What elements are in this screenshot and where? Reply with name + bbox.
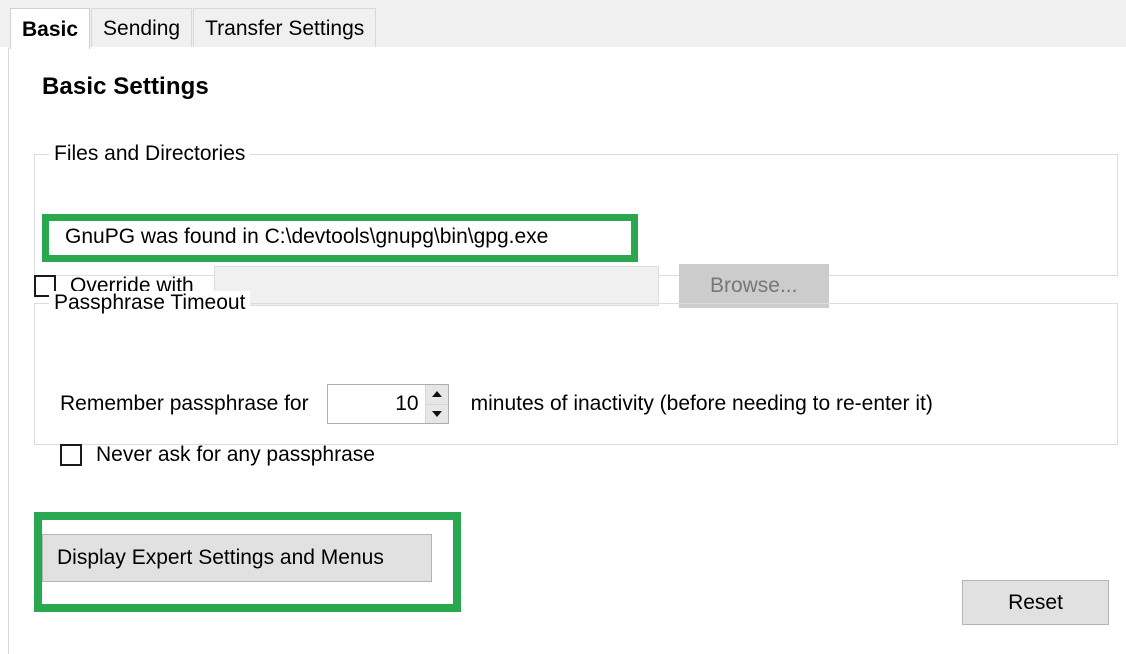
- override-path-input[interactable]: [213, 266, 659, 306]
- tab-basic[interactable]: Basic: [10, 8, 91, 49]
- page-title: Basic Settings: [42, 73, 209, 100]
- tab-list: Basic Sending Transfer Settings: [10, 6, 377, 49]
- settings-window: Basic Sending Transfer Settings Basic Se…: [0, 0, 1126, 654]
- reset-button[interactable]: Reset: [962, 580, 1109, 625]
- gnupg-found-path-text: GnuPG was found in C:\devtools\gnupg\bin…: [65, 225, 549, 248]
- passphrase-timeout-group: Passphrase Timeout Remember passphrase f…: [34, 291, 1118, 466]
- browse-button[interactable]: Browse...: [678, 264, 829, 308]
- highlight-box-gnupg-path: GnuPG was found in C:\devtools\gnupg\bin…: [42, 214, 638, 262]
- display-expert-settings-button[interactable]: Display Expert Settings and Menus: [42, 534, 432, 582]
- tab-transfer-settings[interactable]: Transfer Settings: [193, 8, 377, 47]
- passphrase-timeout-stepper[interactable]: 10: [326, 384, 449, 424]
- remember-passphrase-row: Remember passphrase for 10 minutes of in…: [60, 382, 933, 426]
- passphrase-timeout-value[interactable]: 10: [328, 385, 425, 423]
- stepper-buttons: [424, 385, 448, 423]
- settings-content-panel: Basic Settings Files and Directories Gnu…: [8, 47, 1126, 654]
- stepper-increment-icon[interactable]: [425, 385, 448, 404]
- remember-passphrase-suffix: minutes of inactivity (before needing to…: [470, 392, 933, 415]
- stepper-decrement-icon[interactable]: [425, 403, 448, 423]
- tab-sending[interactable]: Sending: [91, 8, 193, 47]
- never-ask-row: Never ask for any passphrase: [60, 440, 375, 470]
- never-ask-passphrase-label: Never ask for any passphrase: [96, 443, 375, 466]
- never-ask-passphrase-checkbox[interactable]: [60, 444, 82, 466]
- tab-sending-label: Sending: [103, 17, 181, 40]
- files-group-legend: Files and Directories: [49, 142, 251, 166]
- tab-transfer-settings-label: Transfer Settings: [205, 17, 365, 40]
- tab-basic-label: Basic: [22, 18, 79, 41]
- tab-strip: Basic Sending Transfer Settings: [0, 0, 1126, 49]
- passphrase-group-legend: Passphrase Timeout: [49, 291, 251, 315]
- remember-passphrase-label: Remember passphrase for: [60, 392, 309, 415]
